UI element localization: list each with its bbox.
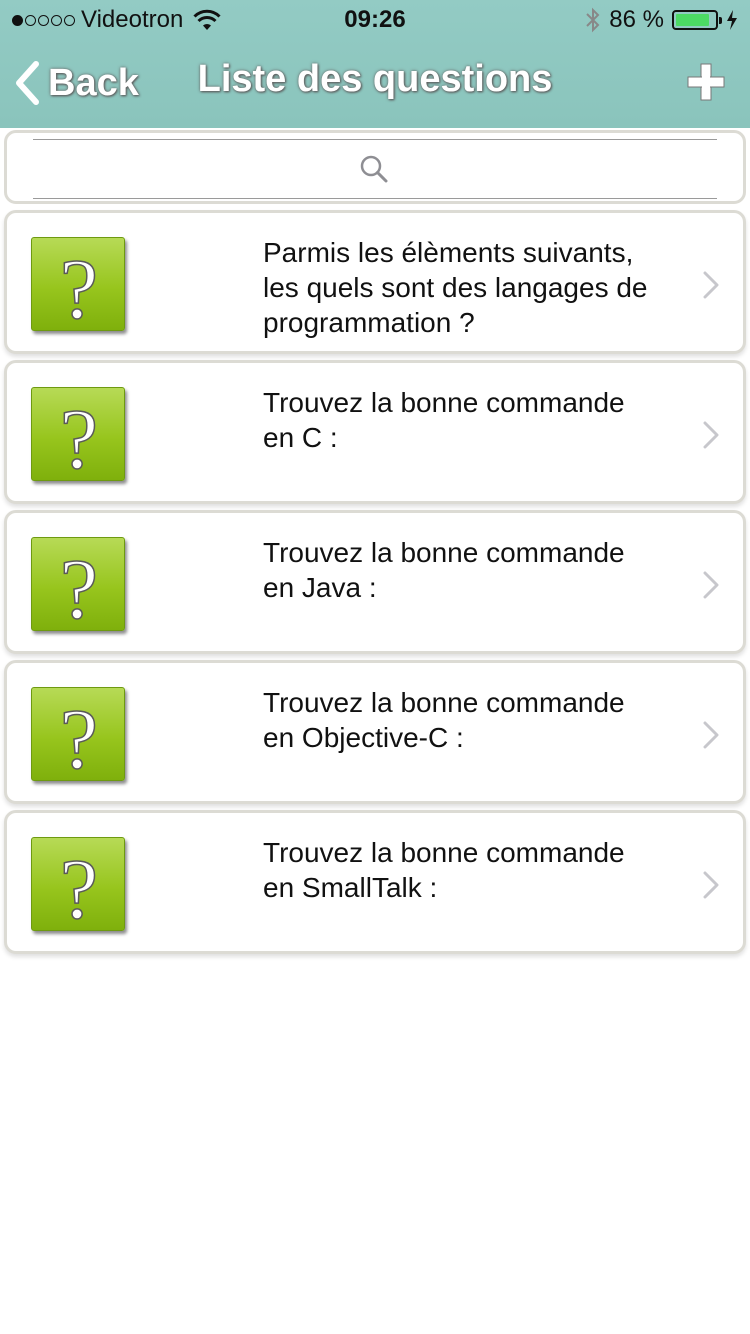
add-question-button[interactable]: [684, 60, 728, 104]
battery-icon: [672, 10, 722, 30]
question-text: Trouvez la bonne commande en Objective-C…: [263, 687, 625, 753]
search-bar: [4, 130, 746, 204]
question-mark-icon: ?: [31, 537, 125, 632]
bluetooth-icon: [586, 7, 600, 33]
svg-text:?: ?: [60, 691, 98, 782]
search-input[interactable]: [33, 139, 717, 199]
question-list-item[interactable]: ? Trouvez la bonne commande en Java :: [4, 510, 746, 654]
header: Videotron 09:26 86 % Back Liste des ques…: [0, 0, 750, 128]
plus-icon: [687, 63, 725, 101]
chevron-left-icon: [16, 61, 39, 105]
question-text: Trouvez la bonne commande en SmallTalk :: [263, 837, 625, 903]
question-mark-icon: ?: [31, 387, 125, 482]
svg-text:?: ?: [60, 391, 98, 482]
page-title: Liste des questions: [197, 58, 553, 100]
status-bar: Videotron 09:26 86 %: [0, 0, 750, 40]
question-mark-icon: ?: [31, 837, 125, 932]
svg-text:?: ?: [60, 241, 98, 332]
battery-percentage: 86 %: [609, 6, 664, 33]
svg-text:?: ?: [60, 841, 98, 932]
navigation-bar: Back Liste des questions: [0, 40, 750, 128]
question-text: Trouvez la bonne commande en Java :: [263, 537, 625, 603]
question-list-item[interactable]: ? Parmis les élèments suivants, les quel…: [4, 210, 746, 354]
question-list-item[interactable]: ? Trouvez la bonne commande en C :: [4, 360, 746, 504]
chevron-right-icon: [703, 871, 719, 899]
chevron-right-icon: [703, 571, 719, 599]
back-button[interactable]: Back: [14, 58, 139, 108]
back-button-label: Back: [48, 61, 139, 104]
charging-bolt-icon: [727, 10, 737, 30]
question-mark-icon: ?: [31, 237, 125, 332]
search-icon: [360, 155, 388, 183]
svg-text:?: ?: [60, 541, 98, 632]
chevron-right-icon: [703, 271, 719, 299]
status-right: 86 %: [585, 6, 738, 34]
question-text: Trouvez la bonne commande en C :: [263, 387, 625, 453]
question-mark-icon: ?: [31, 687, 125, 782]
battery-level: [676, 14, 709, 26]
question-list-item[interactable]: ? Trouvez la bonne commande en SmallTalk…: [4, 810, 746, 954]
question-list: ? Parmis les élèments suivants, les quel…: [4, 210, 746, 960]
question-list-item[interactable]: ? Trouvez la bonne commande en Objective…: [4, 660, 746, 804]
question-text: Parmis les élèments suivants, les quels …: [263, 237, 648, 338]
chevron-right-icon: [703, 721, 719, 749]
chevron-right-icon: [703, 421, 719, 449]
